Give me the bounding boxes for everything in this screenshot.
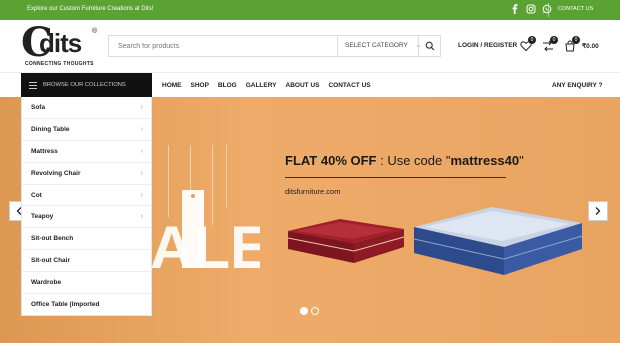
site-url: ditsfurniture.com	[285, 187, 341, 196]
cart-total[interactable]: ₹0.00	[582, 42, 599, 50]
category-label: Wardrobe	[31, 279, 62, 287]
nav-item-gallery[interactable]: GALLERY	[246, 73, 277, 98]
menu-icon	[29, 82, 37, 89]
chevron-right-icon: ›	[140, 125, 143, 133]
category-select-label: SELECT CATEGORY	[345, 42, 408, 49]
compare-count-badge: 0	[550, 36, 558, 44]
logo-tagline: CONNECTING THOUGHTS	[25, 61, 94, 67]
category-menu: Sofa › Dining Table › Mattress › Revolving …	[21, 97, 152, 316]
chevron-right-icon	[595, 207, 601, 215]
top-bar: Explore our Custom Furniture Creations a…	[0, 0, 620, 20]
category-item-revolving-chair[interactable]: Revolving Chair ›	[22, 163, 151, 185]
category-label: Teapoy	[31, 213, 54, 221]
offer-headline: FLAT 40% OFF : Use code "mattress40"	[285, 153, 524, 168]
category-select[interactable]: SELECT CATEGORY ⌄	[337, 36, 427, 56]
nav-item-contact-us[interactable]: CONTACT US	[328, 73, 370, 98]
category-label: Mattress	[31, 147, 58, 155]
search-button[interactable]	[418, 36, 440, 56]
cart-count-badge: 0	[572, 36, 580, 44]
nav-item-home[interactable]: HOME	[162, 73, 182, 98]
sale-artwork: ALE	[150, 190, 260, 272]
facebook-icon[interactable]	[510, 4, 520, 14]
category-item-office-table[interactable]: Office Table (Imported	[22, 294, 151, 316]
site-header: C dits ® CONNECTING THOUGHTS SELECT CATE…	[0, 20, 620, 72]
site-logo[interactable]: C dits ® CONNECTING THOUGHTS	[21, 23, 101, 69]
cart-button[interactable]: 0	[564, 36, 580, 53]
offer-suffix: "	[519, 153, 524, 168]
any-enquiry-link[interactable]: ANY ENQUIRY ?	[552, 73, 602, 98]
offer-code: mattress40	[450, 153, 520, 168]
slider-dot-2[interactable]	[311, 307, 319, 315]
browse-collections-label: BROWSE OUR COLLECTIONS	[43, 82, 126, 88]
category-label: Dining Table	[31, 125, 70, 133]
nav-item-about-us[interactable]: ABOUT US	[286, 73, 320, 98]
social-links	[510, 4, 552, 14]
category-item-sit-out-bench[interactable]: Sit-out Bench	[22, 228, 151, 251]
mattress-image-blue	[413, 207, 583, 275]
whatsapp-icon[interactable]	[542, 4, 552, 14]
topbar-contact-link[interactable]: CONTACT US	[558, 6, 593, 12]
category-label: Sit-out Bench	[31, 235, 74, 243]
search-icon	[425, 41, 434, 51]
slider-next-button[interactable]	[588, 201, 608, 221]
slider-dot-1[interactable]	[300, 307, 308, 315]
chevron-right-icon: ›	[140, 213, 143, 221]
nav-item-blog[interactable]: BLOG	[218, 73, 237, 98]
main-navigation: BROWSE OUR COLLECTIONS HOME SHOP BLOG GA…	[0, 72, 620, 98]
chevron-right-icon: ›	[140, 191, 143, 199]
instagram-icon[interactable]	[526, 4, 536, 14]
mattress-image-red	[287, 219, 405, 263]
browse-collections-button[interactable]: BROWSE OUR COLLECTIONS	[21, 73, 152, 98]
chevron-right-icon: ›	[140, 169, 143, 177]
compare-button[interactable]: 0	[542, 36, 558, 53]
search-input[interactable]	[109, 36, 337, 56]
nav-menu: HOME SHOP BLOG GALLERY ABOUT US CONTACT …	[162, 73, 371, 98]
category-label: Sit-out Chair	[31, 257, 70, 265]
promo-text: Explore our Custom Furniture Creations a…	[27, 6, 154, 12]
category-item-dining-table[interactable]: Dining Table ›	[22, 119, 151, 141]
chevron-right-icon: ›	[140, 147, 143, 155]
logo-registered-mark: ®	[92, 28, 98, 35]
category-label: Office Table (Imported	[31, 301, 100, 309]
category-item-teapoy[interactable]: Teapoy ›	[22, 206, 151, 229]
login-register-link[interactable]: LOGIN / REGISTER	[458, 42, 517, 49]
slider-pagination	[300, 307, 319, 315]
category-item-sofa[interactable]: Sofa ›	[22, 97, 151, 119]
category-item-cot[interactable]: Cot ›	[22, 185, 151, 207]
nav-item-shop[interactable]: SHOP	[191, 73, 209, 98]
category-item-sit-out-chair[interactable]: Sit-out Chair	[22, 250, 151, 273]
category-label: Sofa	[31, 104, 46, 111]
wishlist-count-badge: 0	[528, 36, 536, 44]
sale-text: ALE	[150, 214, 260, 272]
category-label: Cot	[31, 191, 42, 199]
search-bar: SELECT CATEGORY ⌄	[108, 35, 441, 57]
offer-middle: : Use code "	[376, 153, 451, 168]
offer-divider	[285, 177, 506, 178]
category-label: Revolving Chair	[31, 169, 81, 177]
chevron-right-icon: ›	[140, 104, 143, 111]
topbar-divider	[548, 3, 549, 17]
category-item-wardrobe[interactable]: Wardrobe	[22, 272, 151, 295]
category-item-mattress[interactable]: Mattress ›	[22, 141, 151, 163]
wishlist-button[interactable]: 0	[520, 36, 536, 53]
offer-discount: FLAT 40% OFF	[285, 153, 377, 168]
logo-name: dits	[39, 28, 82, 58]
